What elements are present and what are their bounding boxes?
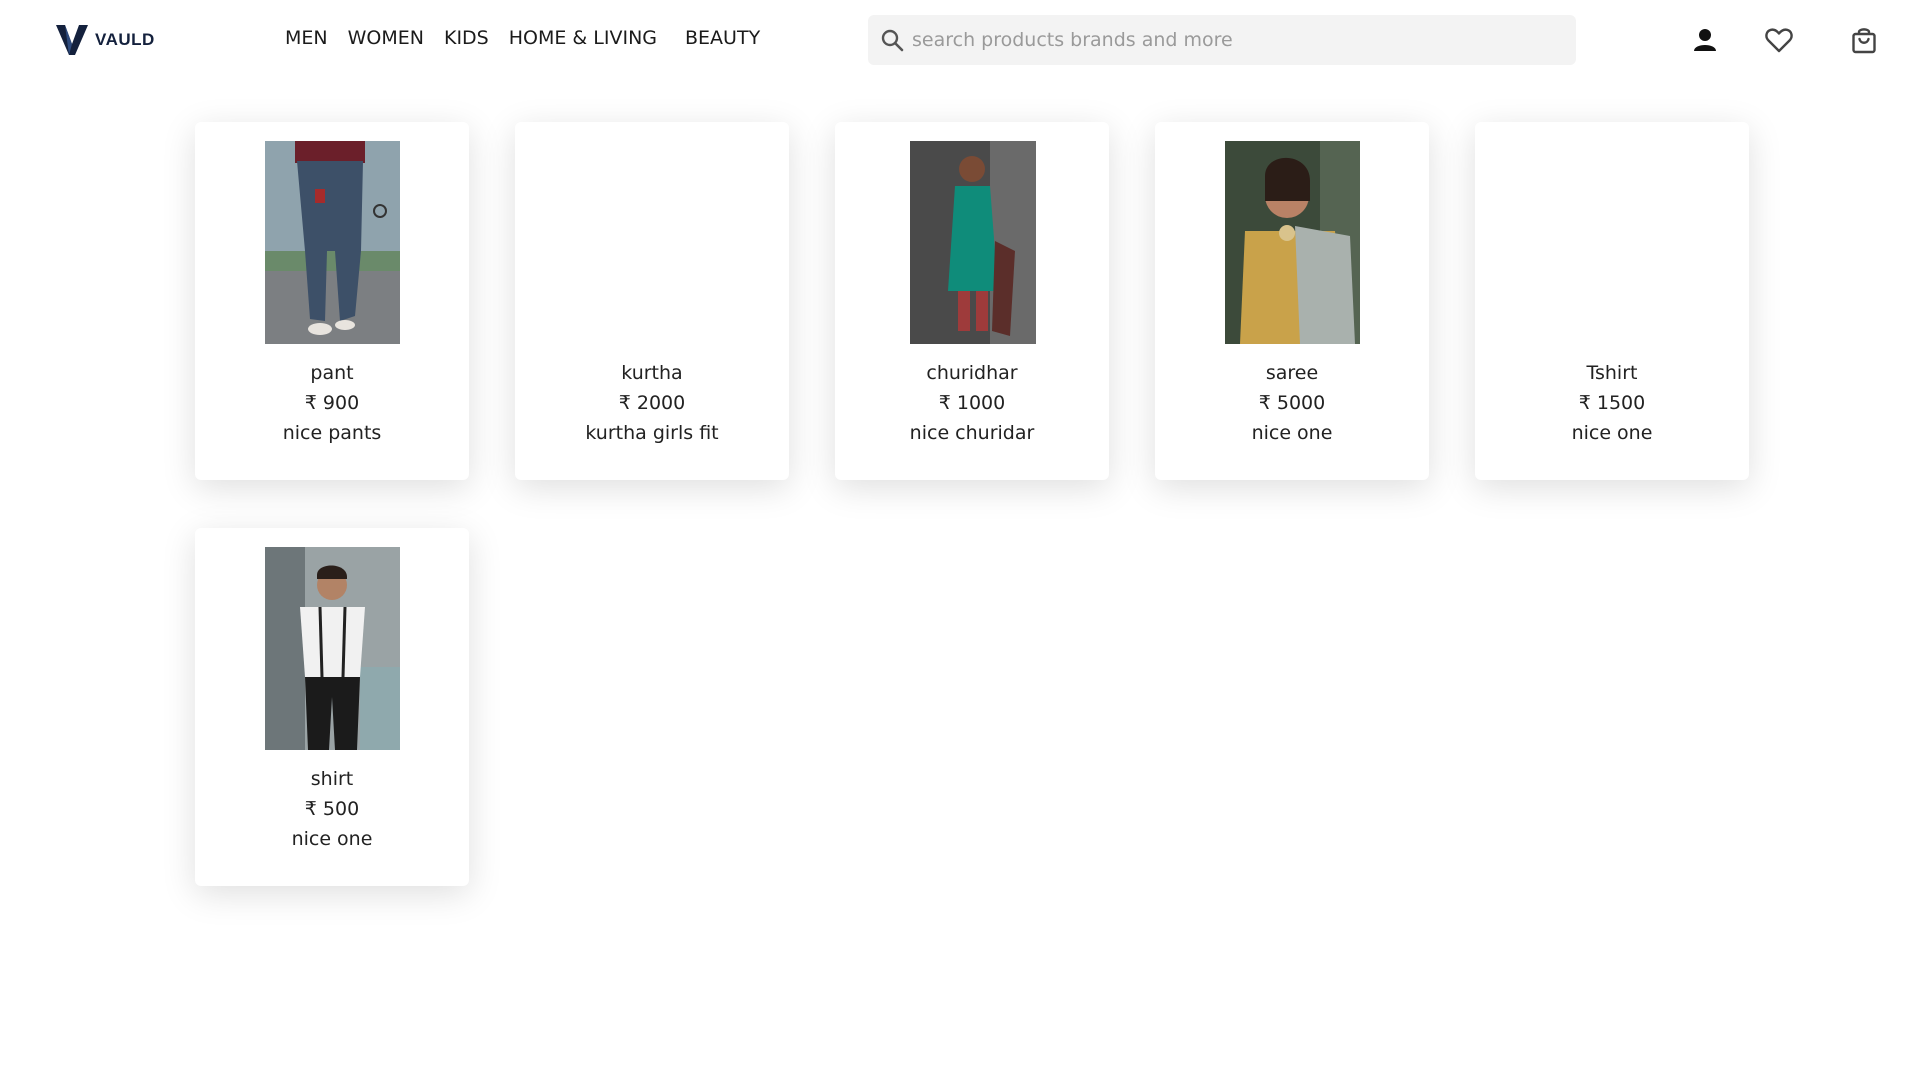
- product-card[interactable]: saree ₹ 5000 nice one: [1155, 122, 1429, 480]
- product-price: ₹ 2000: [618, 392, 686, 414]
- shirt-photo: [265, 547, 400, 750]
- product-name: churidhar: [926, 362, 1018, 384]
- nav-item-beauty[interactable]: BEAUTY: [685, 27, 760, 49]
- wishlist-button[interactable]: [1761, 22, 1797, 58]
- product-description: nice pants: [282, 422, 382, 444]
- product-card[interactable]: Tshirt ₹ 1500 nice one: [1475, 122, 1749, 480]
- product-image-saree[interactable]: [1225, 141, 1360, 344]
- search-icon: [881, 29, 904, 52]
- product-card[interactable]: shirt ₹ 500 nice one: [195, 528, 469, 886]
- nav-item-women[interactable]: WOMEN: [348, 27, 424, 49]
- product-card[interactable]: kurtha ₹ 2000 kurtha girls fit: [515, 122, 789, 480]
- product-card[interactable]: pant ₹ 900 nice pants: [195, 122, 469, 480]
- product-image-placeholder[interactable]: [1545, 141, 1680, 344]
- profile-button[interactable]: [1687, 22, 1723, 58]
- product-image-churidhar[interactable]: [910, 141, 1036, 344]
- product-image-placeholder[interactable]: [585, 141, 720, 344]
- product-price: ₹ 5000: [1258, 392, 1326, 414]
- cart-button[interactable]: [1846, 22, 1882, 58]
- saree-photo: [1225, 141, 1360, 344]
- product-name: saree: [1265, 362, 1319, 384]
- product-price: ₹ 1500: [1578, 392, 1646, 414]
- nav-item-kids[interactable]: KIDS: [444, 27, 489, 49]
- brand-logo[interactable]: VAULD: [55, 22, 155, 58]
- top-navigation-bar: VAULD MEN WOMEN KIDS HOME & LIVING BEAUT…: [0, 0, 1920, 80]
- shopping-bag-icon: [1852, 28, 1876, 54]
- product-name: pant: [310, 362, 354, 384]
- churidhar-photo: [910, 141, 1036, 344]
- product-name: kurtha: [621, 362, 683, 384]
- nav-item-men[interactable]: MEN: [285, 27, 328, 49]
- nav-item-home-living[interactable]: HOME & LIVING: [509, 27, 657, 49]
- product-image-shirt[interactable]: [265, 547, 400, 750]
- product-description: nice one: [291, 828, 373, 850]
- product-description: nice one: [1571, 422, 1653, 444]
- product-description: nice one: [1251, 422, 1333, 444]
- category-nav: MEN WOMEN KIDS HOME & LIVING BEAUTY: [285, 27, 780, 49]
- product-price: ₹ 1000: [938, 392, 1006, 414]
- vauld-logo-icon: [56, 25, 88, 55]
- product-price: ₹ 500: [304, 798, 360, 820]
- search-input[interactable]: [910, 28, 1554, 52]
- product-description: kurtha girls fit: [585, 422, 719, 444]
- product-image-jeans[interactable]: [265, 141, 400, 344]
- search-bar[interactable]: [868, 15, 1576, 65]
- profile-icon: [1694, 29, 1716, 51]
- product-card[interactable]: churidhar ₹ 1000 nice churidar: [835, 122, 1109, 480]
- product-price: ₹ 900: [304, 392, 360, 414]
- brand-name: VAULD: [95, 30, 155, 49]
- wishlist-heart-icon: [1765, 28, 1793, 53]
- product-name: shirt: [310, 768, 354, 790]
- product-description: nice churidar: [909, 422, 1035, 444]
- jeans-photo: [265, 141, 400, 344]
- product-name: Tshirt: [1586, 362, 1638, 384]
